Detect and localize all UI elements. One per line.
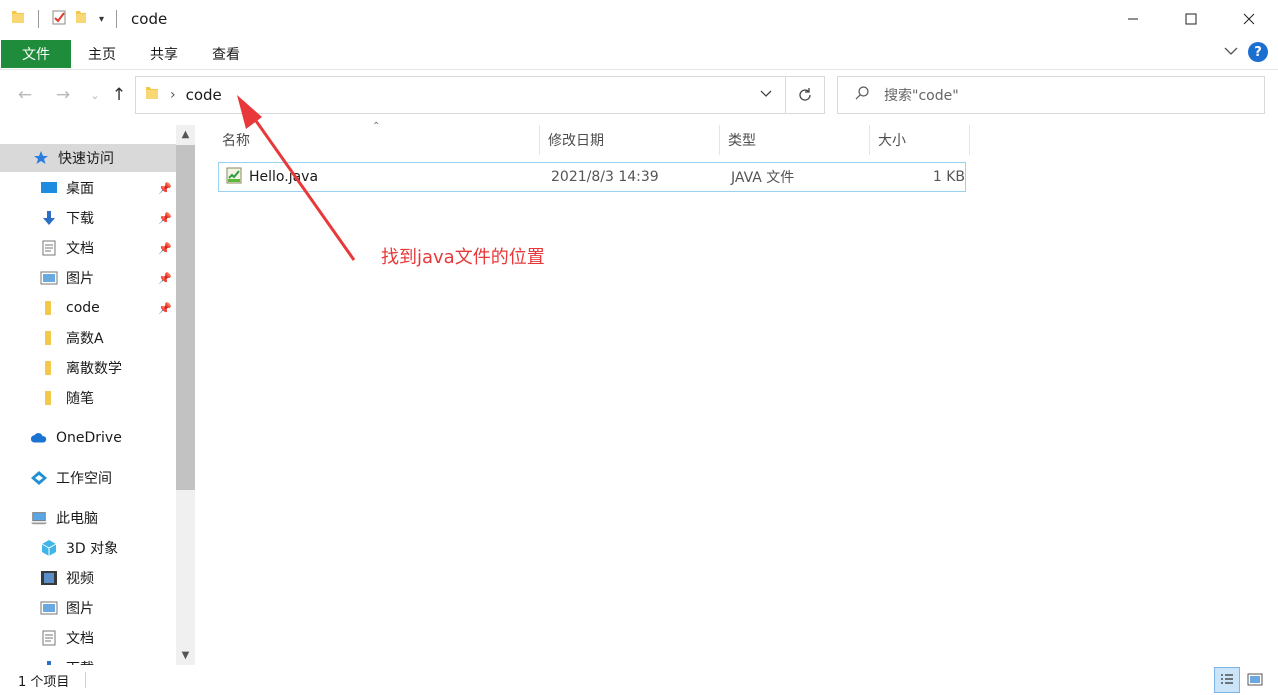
large-icons-view-icon [1247, 673, 1263, 686]
status-bar: 1 个项目 [0, 665, 1278, 695]
annotation-text: 找到java文件的位置 [381, 247, 545, 268]
details-view-button[interactable] [1214, 667, 1240, 693]
details-view-icon [1221, 674, 1233, 684]
large-icons-view-button[interactable] [1242, 667, 1268, 693]
item-count: 1 个项目 [18, 674, 70, 690]
annotation-arrow [237, 95, 356, 261]
